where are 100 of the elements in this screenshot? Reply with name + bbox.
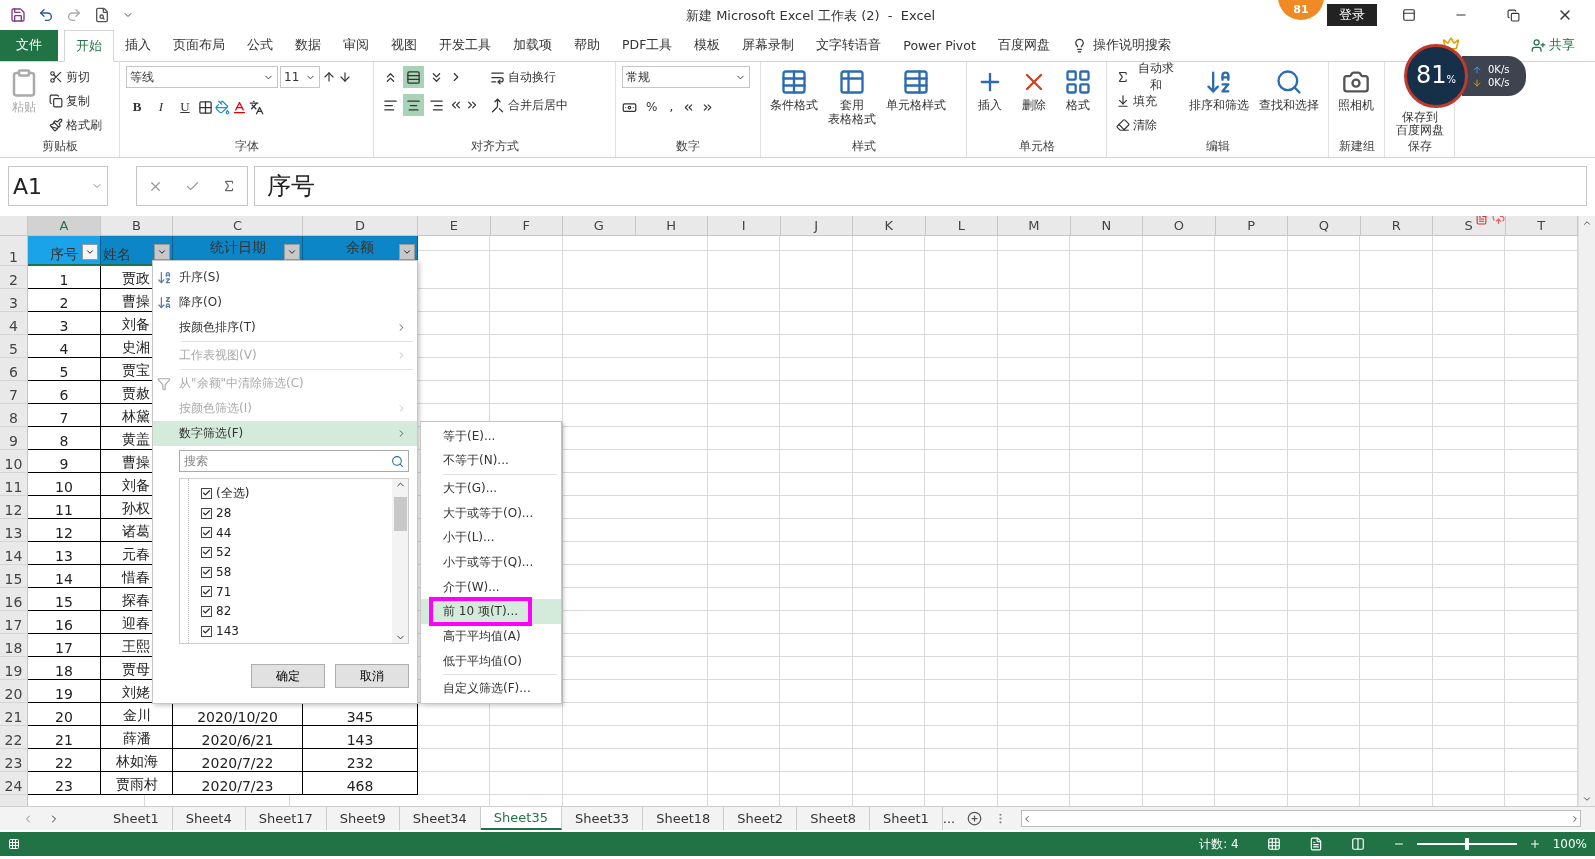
name-box[interactable]: A1 [8,166,108,206]
editing-button[interactable]: 查找和选择 [1256,66,1322,114]
checkbox[interactable] [201,507,212,519]
ribbon-tab[interactable]: Power Pivot [892,30,987,61]
grow-font-icon[interactable] [322,70,336,84]
sheet-tab[interactable]: Sheet8 [797,807,870,830]
sheet-tab[interactable]: Sheet18 [643,807,725,830]
undo-icon[interactable] [38,7,54,23]
checkbox[interactable] [201,527,212,539]
scroll-down-icon[interactable] [1582,794,1592,804]
column-header[interactable]: F [490,216,563,236]
column-header[interactable]: S [1433,216,1506,236]
menu-item[interactable]: 自定义筛选(F)... [421,676,561,701]
normal-view-icon[interactable] [1266,837,1281,851]
function-icon[interactable] [222,179,236,193]
style-button[interactable]: 条件格式 [767,66,821,114]
login-button[interactable]: 登录 [1327,4,1377,26]
row-header[interactable]: 3 [0,289,28,312]
row-header[interactable]: 18 [0,634,28,657]
cells-button[interactable]: 插入 [973,66,1007,114]
increase-indent-icon[interactable] [465,98,479,112]
menu-item[interactable]: 小于(L)... [421,525,561,551]
column-header[interactable]: T [1505,216,1578,236]
sheet-tab[interactable]: Sheet35 [480,807,562,830]
column-header[interactable]: I [708,216,781,236]
cancel-button[interactable]: 取消 [335,664,409,688]
row-header[interactable]: 7 [0,381,28,404]
ribbon-tab[interactable]: 屏幕录制 [731,30,806,61]
scroll-right-icon[interactable] [1570,813,1580,824]
row-header[interactable]: 8 [0,404,28,427]
menu-item[interactable]: 不等于(N)... [421,448,561,474]
cells-button[interactable]: 删除 [1017,66,1051,114]
row-header[interactable]: 1 [0,236,28,266]
font-style-button[interactable]: U [174,96,196,118]
scroll-thumb[interactable] [393,497,407,531]
row-header[interactable]: 22 [0,726,28,749]
merge-center-button[interactable]: 合并后居中 [487,94,571,116]
share-button[interactable]: 共享 [1525,30,1581,61]
sheet-tab[interactable]: Sheet17 [245,807,327,830]
row-header[interactable]: 20 [0,680,28,703]
formula-field[interactable]: 序号 [254,166,1587,206]
ribbon-tab[interactable]: 公式 [236,30,284,61]
print-preview-icon[interactable] [94,7,110,23]
checkbox[interactable] [201,566,212,578]
column-header[interactable]: E [418,216,491,236]
percent-button[interactable]: % [643,96,661,118]
menu-item[interactable]: 前 10 项(T)... [421,599,561,625]
menu-item[interactable]: 低于平均值(O) [421,648,561,674]
ribbon-tab[interactable]: 开始 [64,30,114,62]
vertical-scrollbar[interactable] [1578,216,1595,806]
row-header[interactable]: 15 [0,565,28,588]
row-header[interactable]: 19 [0,657,28,680]
menu-item[interactable]: 小于或等于(Q)... [421,550,561,575]
ribbon-tab[interactable]: 审阅 [332,30,380,61]
shrink-font-icon[interactable] [338,70,352,84]
save-icon[interactable] [10,7,26,23]
column-header[interactable]: J [780,216,853,236]
camera-button[interactable]: 照相机 [1335,66,1377,114]
tell-me-search[interactable]: 操作说明搜索 [1060,30,1182,61]
borders-icon[interactable] [198,99,213,115]
horizontal-scrollbar[interactable] [1021,810,1581,827]
row-header[interactable]: 6 [0,358,28,381]
editing-button[interactable]: 排序和筛选 [1186,66,1252,114]
column-header[interactable]: C [173,216,303,236]
ribbon-display-icon[interactable] [1402,8,1416,22]
save-to-cloud-button[interactable]: 保存到 百度网盘 [1393,111,1446,137]
menu-item[interactable]: 大于(G)... [421,476,561,501]
column-header[interactable]: O [1143,216,1216,236]
row-header[interactable]: 4 [0,312,28,335]
column-header[interactable]: B [101,216,173,236]
row-header[interactable]: 16 [0,588,28,611]
ribbon-tab[interactable]: 页面布局 [162,30,236,61]
ok-button[interactable]: 确定 [251,664,325,688]
ribbon-tab[interactable]: 视图 [380,30,428,61]
decrease-indent-icon[interactable] [449,98,463,112]
sheet-tab[interactable]: Sheet4 [172,807,246,830]
font-name-field[interactable]: 等线 [126,66,278,88]
ribbon-tab[interactable]: 加载项 [502,30,563,61]
column-header[interactable]: D [303,216,418,236]
row-header[interactable]: 12 [0,496,28,519]
scroll-up-icon[interactable] [1582,218,1592,228]
font-size-field[interactable]: 11 [280,66,320,88]
number-format-field[interactable]: 常规 [622,66,750,88]
column-header[interactable]: A [28,216,101,236]
ribbon-tab[interactable]: 帮助 [563,30,611,61]
ribbon-tab[interactable]: 数据 [284,30,332,61]
clipboard-button[interactable]: 剪切 [46,66,105,88]
page-break-icon[interactable] [1350,837,1365,851]
menu-item[interactable]: 大于或等于(O)... [421,500,561,526]
wrap-text-button[interactable]: 自动换行 [487,66,571,88]
filter-button[interactable] [82,244,98,260]
menu-item[interactable]: 数字筛选(F) [153,421,417,446]
font-color-icon[interactable] [232,99,247,115]
row-header[interactable]: 9 [0,427,28,450]
align-button[interactable] [403,66,424,88]
zoom-in-icon[interactable] [1528,838,1541,850]
style-button[interactable]: 套用 表格格式 [825,66,879,128]
column-header[interactable]: K [853,216,926,236]
row-header[interactable]: 23 [0,749,28,772]
cells-button[interactable]: 格式 [1061,66,1095,114]
